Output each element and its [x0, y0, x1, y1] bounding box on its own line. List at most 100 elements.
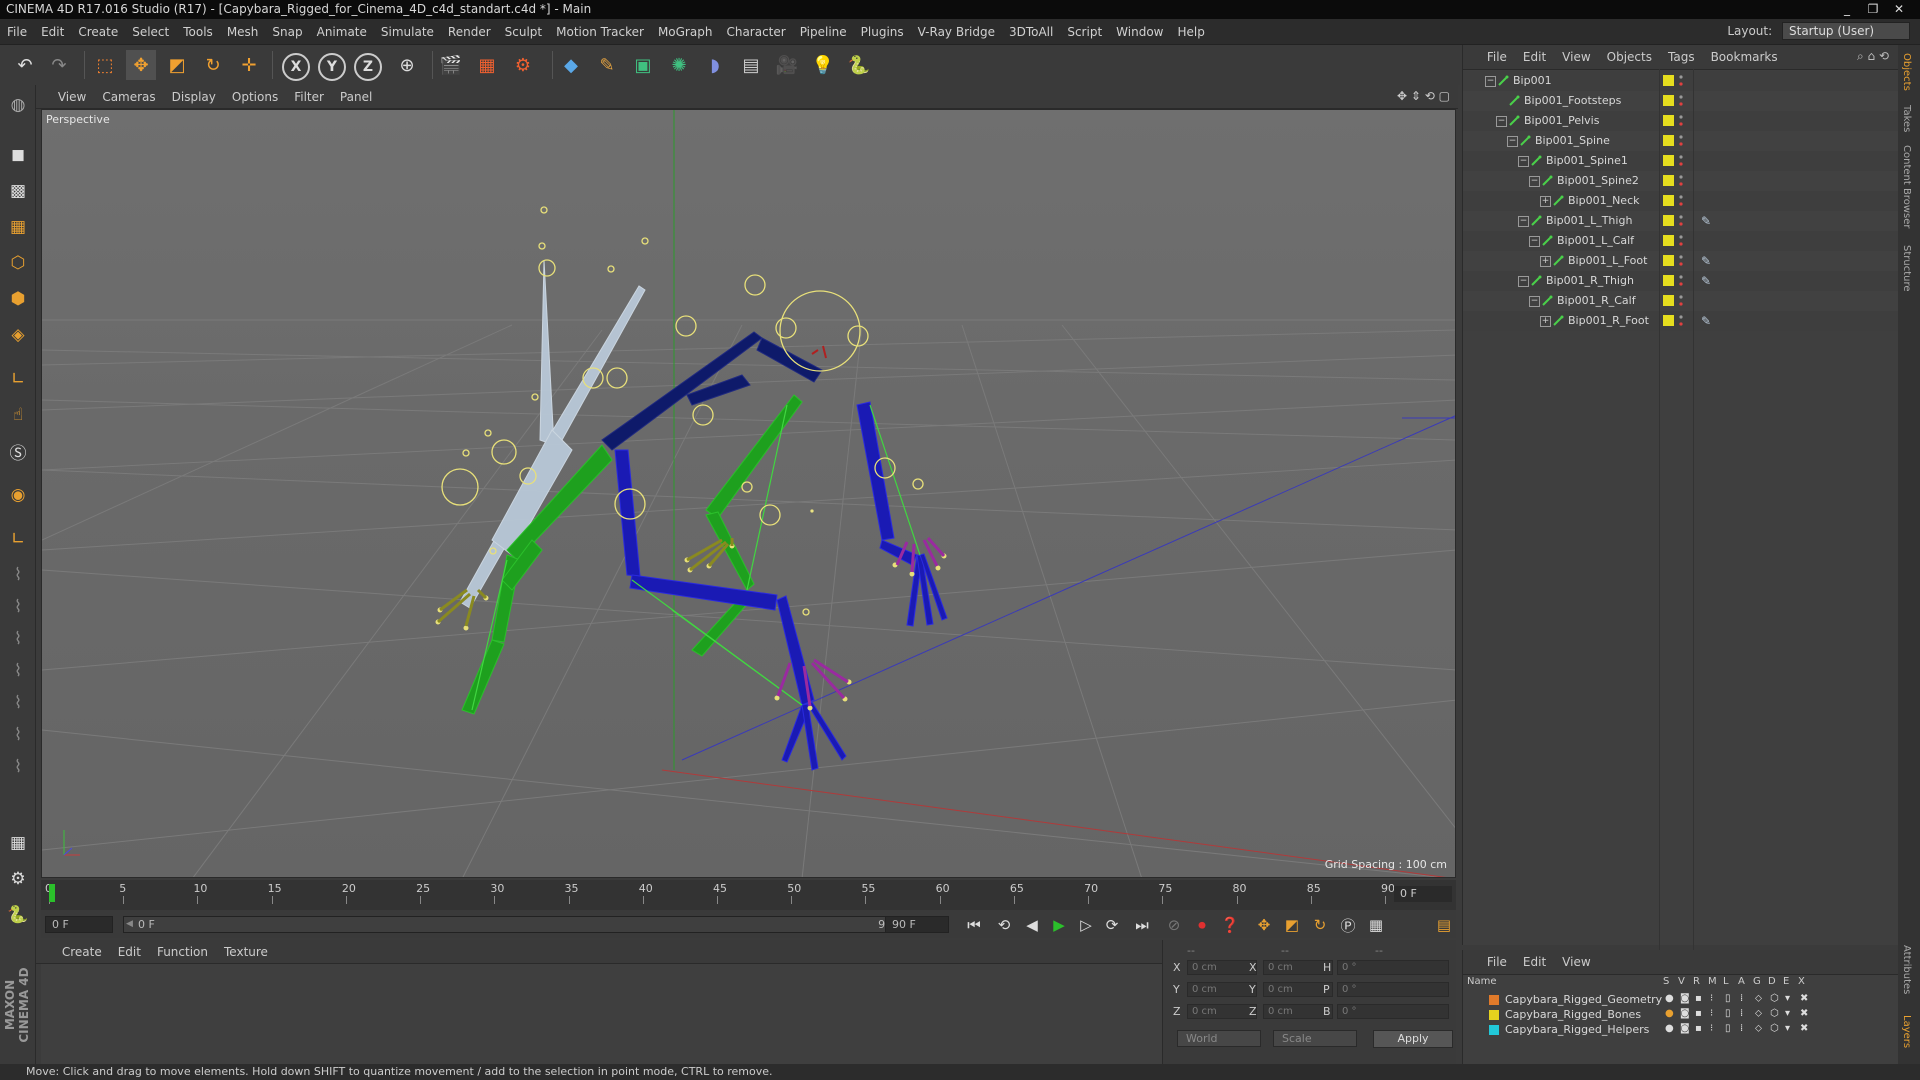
menu-help[interactable]: Help: [1170, 19, 1211, 45]
maximize-button[interactable]: ❐: [1862, 1, 1884, 17]
visibility-dots-icon[interactable]: [1679, 114, 1683, 127]
object-name[interactable]: Bip001: [1513, 74, 1552, 87]
visibility-dots-icon[interactable]: [1679, 194, 1683, 207]
object-menu-tags[interactable]: Tags: [1660, 45, 1703, 69]
layer-color-swatch[interactable]: [1663, 95, 1674, 106]
side-tab-layers[interactable]: Layers: [1901, 1015, 1912, 1048]
coordinate-space-dropdown[interactable]: World: [1177, 1030, 1261, 1047]
object-row-bip001-pelvis[interactable]: − Bip001_Pelvis: [1463, 111, 1899, 131]
layer-row-capybara-rigged-helpers[interactable]: Capybara_Rigged_Helpers ● ◙ ▪ ⁝ ▯ ⁞ ⬦ ⬡ ▾ ✖: [1463, 1022, 1899, 1037]
visibility-dots-icon[interactable]: [1679, 174, 1683, 187]
previous-frame-icon[interactable]: ◀: [1021, 914, 1043, 936]
menu-3dtoall[interactable]: 3DToAll: [1002, 19, 1060, 45]
knife-icon[interactable]: ⌇: [4, 753, 32, 781]
end-frame-field[interactable]: 90 F: [885, 916, 949, 933]
minimize-button[interactable]: _: [1836, 1, 1858, 17]
tree-expander-icon[interactable]: −: [1496, 116, 1507, 127]
menu-mesh[interactable]: Mesh: [220, 19, 266, 45]
viewport-menu-options[interactable]: Options: [224, 85, 286, 109]
redo-icon[interactable]: ↷: [44, 50, 74, 80]
side-tab-structure[interactable]: Structure: [1901, 245, 1912, 292]
object-row-bip001-l-calf[interactable]: − Bip001_L_Calf: [1463, 231, 1899, 251]
previous-key-icon[interactable]: ⟲: [993, 914, 1015, 936]
material-menu-function[interactable]: Function: [149, 940, 216, 964]
z-axis-icon[interactable]: Z: [354, 53, 382, 81]
layer-flag-icon[interactable]: ⁞: [1740, 1023, 1743, 1034]
layer-flag-icon[interactable]: ▪: [1695, 993, 1702, 1004]
coord-field-h[interactable]: 0 °: [1337, 960, 1449, 975]
layer-color-swatch[interactable]: [1663, 295, 1674, 306]
coord-field-p[interactable]: 0 °: [1337, 982, 1449, 997]
model-mode-icon[interactable]: ◼: [4, 141, 32, 169]
menu-tools[interactable]: Tools: [176, 19, 220, 45]
viewport-perspective[interactable]: Perspective Grid Spacing : 100 cm: [41, 109, 1456, 878]
deformer-icon[interactable]: ◗: [700, 50, 730, 80]
coord-field-x[interactable]: 0 cm: [1187, 960, 1257, 975]
viewport-menu-cameras[interactable]: Cameras: [94, 85, 163, 109]
object-menu-edit[interactable]: Edit: [1515, 45, 1554, 69]
object-row-bip001-r-thigh[interactable]: − Bip001_R_Thigh ✎: [1463, 271, 1899, 291]
tree-expander-icon[interactable]: −: [1529, 296, 1540, 307]
object-row-bip001-r-calf[interactable]: − Bip001_R_Calf: [1463, 291, 1899, 311]
tree-expander-icon[interactable]: −: [1518, 216, 1529, 227]
layer-name[interactable]: Capybara_Rigged_Geometry: [1505, 993, 1662, 1006]
material-menu-texture[interactable]: Texture: [216, 940, 276, 964]
keyframe-selection-icon[interactable]: ❓: [1219, 914, 1241, 936]
play-icon[interactable]: ▶: [1048, 914, 1070, 936]
brush-icon[interactable]: ⌇: [4, 561, 32, 589]
layer-menu-edit[interactable]: Edit: [1515, 950, 1554, 974]
next-frame-icon[interactable]: ▷: [1075, 914, 1097, 936]
viewport-menu-view[interactable]: View: [50, 85, 94, 109]
menu-v-ray-bridge[interactable]: V-Ray Bridge: [911, 19, 1002, 45]
layer-color-swatch[interactable]: [1663, 175, 1674, 186]
tweak-mode-icon[interactable]: ☝: [4, 401, 32, 429]
menu-file[interactable]: File: [0, 19, 34, 45]
render-picture-viewer-icon[interactable]: ▦: [472, 50, 502, 80]
apply-button[interactable]: Apply: [1373, 1030, 1453, 1048]
layer-flag-icon[interactable]: ✖: [1800, 993, 1808, 1004]
edit-render-settings-icon[interactable]: ⚙: [508, 50, 538, 80]
menu-motion-tracker[interactable]: Motion Tracker: [549, 19, 651, 45]
layer-flag-icon[interactable]: ▯: [1725, 1008, 1731, 1019]
pull-icon[interactable]: ⌇: [4, 593, 32, 621]
frame-range-slider[interactable]: ◀ 0 F 90 F ▶: [123, 916, 919, 933]
render-view-icon[interactable]: 🎬: [436, 50, 466, 80]
object-menu-bookmarks[interactable]: Bookmarks: [1703, 45, 1786, 69]
tree-expander-icon[interactable]: +: [1540, 256, 1551, 267]
layer-name[interactable]: Capybara_Rigged_Helpers: [1505, 1023, 1649, 1036]
menu-animate[interactable]: Animate: [310, 19, 374, 45]
object-name[interactable]: Bip001_Spine: [1535, 134, 1610, 147]
rotate-icon[interactable]: ↻: [198, 50, 228, 80]
timeline-ruler[interactable]: 051015202530354045505560657075808590 0 F: [41, 880, 1456, 910]
layer-flag-icon[interactable]: ⬦: [1755, 993, 1762, 1004]
tree-expander-icon[interactable]: −: [1507, 136, 1518, 147]
layer-color-swatch[interactable]: [1663, 275, 1674, 286]
object-row-bip001[interactable]: − Bip001: [1463, 71, 1899, 91]
viewport-menu-panel[interactable]: Panel: [332, 85, 380, 109]
start-frame-field[interactable]: 0 F: [45, 916, 113, 933]
layer-color-swatch[interactable]: [1663, 215, 1674, 226]
visibility-dots-icon[interactable]: [1679, 274, 1683, 287]
layout-dropdown[interactable]: Startup (User): [1782, 22, 1910, 40]
key-parameter-icon[interactable]: Ⓟ: [1337, 914, 1359, 936]
menu-render[interactable]: Render: [441, 19, 498, 45]
camera-icon[interactable]: 🎥: [772, 50, 802, 80]
autokey-icon[interactable]: ⏺: [1191, 914, 1213, 936]
layer-color-swatch[interactable]: [1663, 75, 1674, 86]
object-name[interactable]: Bip001_L_Foot: [1568, 254, 1647, 267]
layer-flag-icon[interactable]: ⬡: [1770, 1008, 1779, 1019]
texture-mode-icon[interactable]: ▩: [4, 177, 32, 205]
visibility-dots-icon[interactable]: [1679, 294, 1683, 307]
layer-flag-icon[interactable]: ▾: [1785, 1023, 1790, 1034]
object-row-bip001-spine1[interactable]: − Bip001_Spine1: [1463, 151, 1899, 171]
menu-snap[interactable]: Snap: [265, 19, 309, 45]
object-name[interactable]: Bip001_R_Calf: [1557, 294, 1636, 307]
x-axis-icon[interactable]: X: [282, 53, 310, 81]
menu-script[interactable]: Script: [1060, 19, 1109, 45]
layer-name[interactable]: Capybara_Rigged_Bones: [1505, 1008, 1641, 1021]
viewport-menu-display[interactable]: Display: [164, 85, 224, 109]
layer-color-swatch[interactable]: [1489, 995, 1499, 1005]
layer-color-swatch[interactable]: [1663, 315, 1674, 326]
layer-flag-icon[interactable]: ⬦: [1755, 1023, 1762, 1034]
layer-flag-icon[interactable]: ✖: [1800, 1023, 1808, 1034]
